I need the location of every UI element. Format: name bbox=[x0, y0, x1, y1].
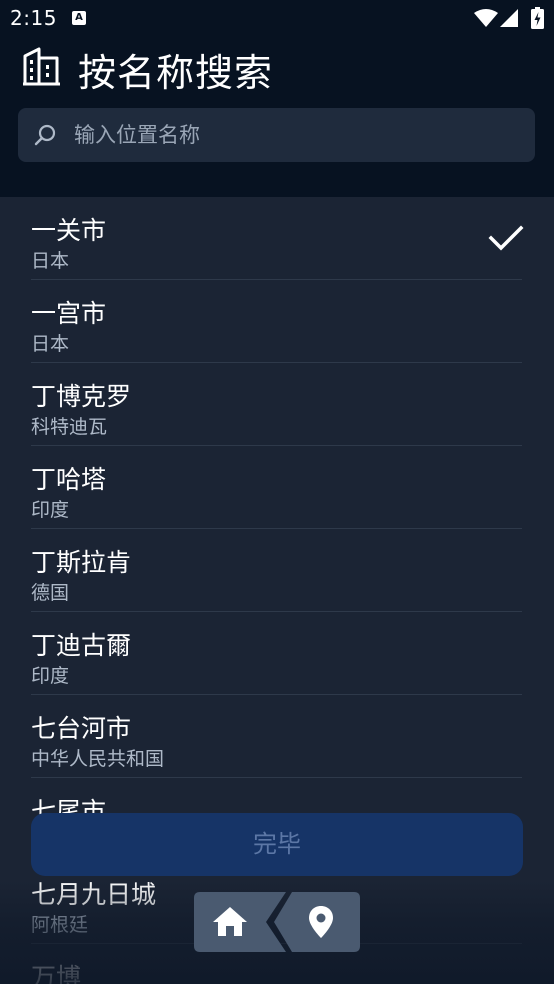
location-country: 中华人民共和国 bbox=[31, 748, 165, 770]
page-title: 按名称搜索 bbox=[78, 51, 274, 95]
status-bar: 2:15 A bbox=[0, 0, 554, 38]
list-item[interactable]: 一关市 日本 bbox=[31, 197, 524, 280]
location-name: 丁博克罗 bbox=[31, 382, 132, 411]
location-nav-button[interactable] bbox=[272, 892, 360, 952]
list-item[interactable]: 七台河市 中华人民共和国 bbox=[31, 695, 522, 778]
location-country: 印度 bbox=[31, 665, 70, 687]
notification-a-icon: A bbox=[72, 11, 86, 25]
checkmark-icon bbox=[488, 225, 524, 251]
location-name: 丁迪古爾 bbox=[31, 631, 132, 660]
location-country: 德国 bbox=[31, 582, 70, 604]
location-name: 七台河市 bbox=[31, 714, 132, 743]
location-name: 一关市 bbox=[31, 216, 107, 245]
location-country: 日本 bbox=[31, 250, 70, 272]
signal-icon bbox=[500, 9, 518, 27]
location-country: 科特迪瓦 bbox=[31, 416, 108, 438]
list-item[interactable]: 一宫市 日本 bbox=[31, 280, 522, 363]
location-country: 阿根廷 bbox=[31, 914, 89, 936]
building-icon bbox=[23, 47, 60, 86]
location-name: 一宫市 bbox=[31, 299, 107, 328]
list-item[interactable]: 丁哈塔 印度 bbox=[31, 446, 522, 529]
location-name: 丁斯拉肯 bbox=[31, 548, 132, 577]
location-name: 万博 bbox=[31, 963, 82, 984]
list-item[interactable]: 丁博克罗 科特迪瓦 bbox=[31, 363, 522, 446]
location-country: 日本 bbox=[31, 333, 70, 355]
search-input[interactable] bbox=[74, 108, 514, 162]
header: 按名称搜索 bbox=[0, 38, 554, 197]
wifi-icon bbox=[474, 9, 498, 27]
search-icon bbox=[34, 124, 56, 146]
done-button[interactable]: 完毕 bbox=[31, 813, 523, 876]
location-country: 印度 bbox=[31, 499, 70, 521]
search-box[interactable] bbox=[18, 108, 535, 162]
battery-charging-icon bbox=[531, 7, 544, 29]
location-name: 丁哈塔 bbox=[31, 465, 107, 494]
status-time: 2:15 bbox=[10, 6, 57, 30]
list-item[interactable]: 丁斯拉肯 德国 bbox=[31, 529, 522, 612]
list-item[interactable]: 丁迪古爾 印度 bbox=[31, 612, 522, 695]
location-name: 七月九日城 bbox=[31, 880, 157, 909]
